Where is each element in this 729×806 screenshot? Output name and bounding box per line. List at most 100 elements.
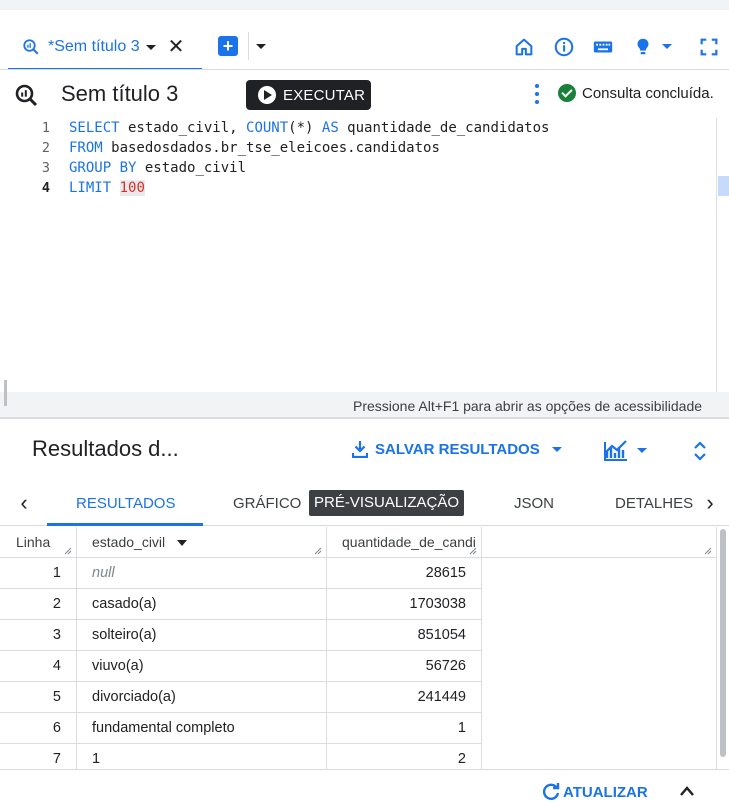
more-options-icon[interactable] (530, 82, 544, 108)
sql-text: estado_civil (136, 160, 247, 176)
refresh-button[interactable]: ATUALIZAR (541, 782, 648, 802)
explore-chart-button[interactable] (603, 438, 651, 462)
cell-linha-value: 7 (52, 751, 61, 767)
code-line[interactable]: GROUP BY estado_civil (69, 160, 246, 176)
tab-grafico[interactable]: GRÁFICO (233, 495, 301, 512)
cell-estado-civil[interactable]: divorciado(a) (77, 682, 327, 713)
cell-quantidade-value: 2 (457, 751, 466, 767)
code-line[interactable]: LIMIT 100 (69, 180, 145, 196)
column-header-label: Linha (16, 534, 51, 550)
cell-linha[interactable]: 6 (0, 713, 77, 744)
tabs-scroll-right-icon[interactable]: › (700, 491, 720, 515)
cell-quantidade[interactable]: 56726 (327, 651, 482, 682)
cell-estado-civil[interactable]: 1 (77, 744, 327, 769)
table-scrollbar-thumb[interactable] (720, 529, 726, 757)
tabs-scroll-left-icon[interactable]: ‹ (14, 491, 34, 515)
chevron-up-icon[interactable] (678, 784, 696, 798)
editor-divider[interactable] (0, 417, 729, 419)
table-row[interactable]: 2 casado(a) 1703038 (0, 589, 482, 620)
column-resize-icon[interactable] (314, 547, 322, 555)
cell-quantidade[interactable]: 851054 (327, 620, 482, 651)
table-row[interactable]: 4 viuvo(a) 56726 (0, 651, 482, 682)
table-row[interactable]: 3 solteiro(a) 851054 (0, 620, 482, 651)
fullscreen-icon[interactable] (698, 36, 720, 58)
cell-quantidade[interactable]: 2 (327, 744, 482, 769)
tab-menu-caret-icon[interactable] (145, 44, 156, 50)
cell-linha[interactable]: 4 (0, 651, 77, 682)
run-query-button[interactable]: EXECUTAR (246, 80, 371, 110)
column-header-estado-civil[interactable]: estado_civil (77, 527, 327, 558)
cell-estado-civil-value: divorciado(a) (92, 689, 176, 705)
sql-editor[interactable]: 1 2 3 4 SELECT estado_civil, COUNT(*) AS… (0, 118, 729, 419)
chart-line-icon (604, 440, 627, 461)
cell-linha[interactable]: 7 (0, 744, 77, 769)
column-header-quantidade[interactable]: quantidade_de_candi (327, 527, 482, 558)
expand-collapse-icon[interactable] (692, 440, 708, 462)
close-tab-icon[interactable]: ✕ (168, 37, 185, 57)
column-resize-icon[interactable] (704, 547, 712, 555)
cell-linha-value: 1 (52, 565, 61, 581)
column-resize-icon[interactable] (64, 547, 72, 555)
home-icon[interactable] (513, 36, 535, 58)
save-results-button[interactable]: SALVAR RESULTADOS (352, 440, 562, 458)
table-row[interactable]: 1 null 28615 (0, 558, 482, 589)
add-tab-plus-icon[interactable]: + (218, 36, 238, 56)
tab-resultados[interactable]: RESULTADOS (76, 495, 175, 512)
lightbulb-menu-caret-icon[interactable] (662, 44, 672, 49)
code-line[interactable]: FROM basedosdados.br_tse_eleicoes.candid… (69, 140, 440, 156)
refresh-icon (542, 783, 560, 800)
cell-estado-civil[interactable]: casado(a) (77, 589, 327, 620)
cell-quantidade[interactable]: 241449 (327, 682, 482, 713)
sql-text: quantidade_de_candidatos (338, 120, 550, 136)
sql-text: (*) (288, 120, 322, 136)
table-row[interactable]: 6 fundamental completo 1 (0, 713, 482, 744)
run-query-label: EXECUTAR (283, 86, 366, 104)
table-scrollbar[interactable] (716, 527, 729, 769)
cell-linha[interactable]: 1 (0, 558, 77, 589)
tab-detalhes[interactable]: DETALHES (615, 495, 693, 512)
tab-json[interactable]: JSON (514, 495, 554, 512)
results-header: Resultados d... SALVAR RESULTADOS (0, 420, 729, 478)
tab-query-untitled-3[interactable]: *Sem título 3 ✕ (8, 26, 202, 70)
cell-estado-civil-value: solteiro(a) (92, 627, 157, 643)
cell-quantidade[interactable]: 1703038 (327, 589, 482, 620)
results-title: Resultados d... (32, 436, 179, 461)
cell-estado-civil[interactable]: solteiro(a) (77, 620, 327, 651)
editor-resize-grip[interactable] (4, 380, 7, 406)
table-row[interactable]: 5 divorciado(a) 241449 (0, 682, 482, 713)
cell-linha[interactable]: 3 (0, 620, 77, 651)
cell-estado-civil[interactable]: viuvo(a) (77, 651, 327, 682)
sql-keyword: FROM (69, 140, 103, 156)
add-tab-menu-caret-icon[interactable] (256, 44, 266, 49)
cell-quantidade[interactable]: 1 (327, 713, 482, 744)
sql-text: basedosdados.br_tse_eleicoes.candidatos (102, 140, 440, 156)
editor-scrollbar[interactable] (716, 118, 729, 392)
tab-label: *Sem título 3 (48, 38, 140, 55)
column-header-label: estado_civil (92, 534, 166, 550)
sort-desc-icon[interactable] (177, 540, 188, 547)
code-line[interactable]: SELECT estado_civil, COUNT(*) AS quantid… (69, 120, 549, 136)
lightbulb-icon[interactable] (632, 36, 654, 58)
cell-estado-civil[interactable]: null (77, 558, 327, 589)
cell-estado-civil[interactable]: fundamental completo (77, 713, 327, 744)
cell-linha[interactable]: 5 (0, 682, 77, 713)
add-tab-divider (248, 32, 249, 60)
cell-linha[interactable]: 2 (0, 589, 77, 620)
sql-number: 100 (119, 180, 145, 196)
sql-text: estado_civil, (119, 120, 247, 136)
active-tab-indicator (47, 523, 203, 526)
table-row[interactable]: 7 1 2 (0, 744, 482, 769)
cell-linha-value: 3 (52, 627, 61, 643)
query-title-bar: Sem título 3 EXECUTAR Consulta concluída… (0, 70, 729, 118)
cell-quantidade-value: 851054 (417, 627, 466, 643)
cell-quantidade-value: 56726 (425, 658, 466, 674)
info-icon[interactable] (553, 36, 575, 58)
column-header-linha[interactable]: Linha (0, 527, 77, 558)
cell-quantidade[interactable]: 28615 (327, 558, 482, 589)
refresh-label: ATUALIZAR (563, 783, 648, 801)
column-resize-icon[interactable] (469, 547, 477, 555)
keyboard-icon[interactable] (592, 36, 614, 58)
cell-linha-value: 2 (52, 596, 61, 612)
save-menu-caret-icon (551, 446, 562, 452)
